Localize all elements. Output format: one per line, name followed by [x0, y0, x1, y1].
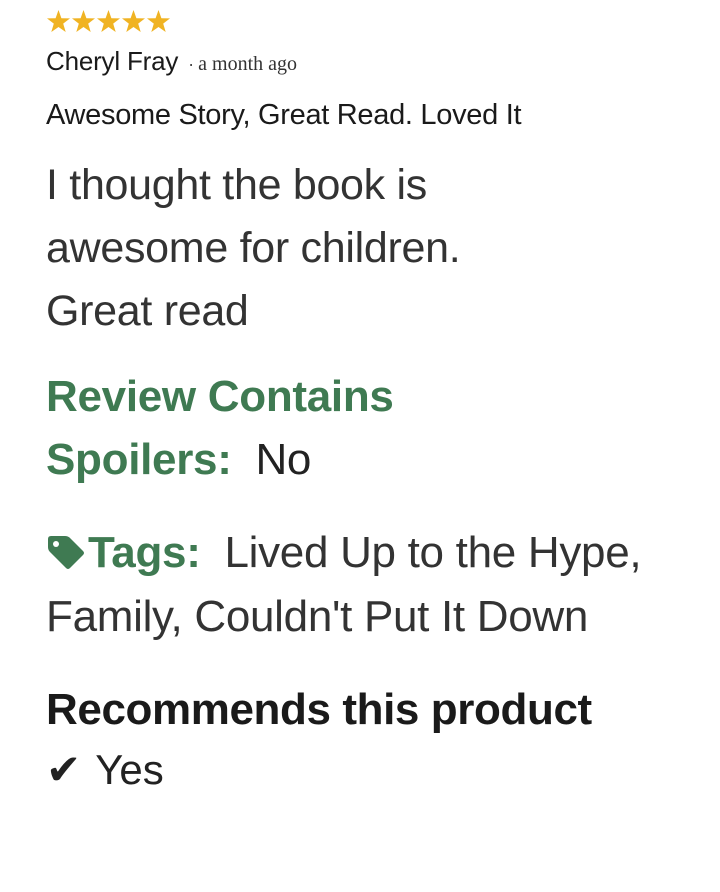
spoilers-label-line-2: Spoilers: [46, 435, 232, 484]
tags-label: Tags: [88, 528, 201, 577]
review-card: Cheryl Fray · a month ago Awesome Story,… [46, 6, 696, 794]
author-name: Cheryl Fray [46, 46, 179, 76]
review-body-line: Great read [46, 287, 249, 335]
author-line: Cheryl Fray · a month ago [46, 46, 696, 77]
recommends-value: Yes [95, 745, 164, 793]
tag-icon [46, 535, 86, 571]
review-body-line: I thought the book is [46, 161, 427, 209]
star-rating [46, 6, 696, 36]
review-headline: Awesome Story, Great Read. Loved It [46, 99, 522, 131]
check-icon: ✔ [46, 746, 82, 793]
tag-item: Couldn't Put It Down [194, 592, 589, 641]
star-icon [121, 9, 146, 34]
tag-separator: , [629, 528, 642, 577]
star-icon [46, 9, 71, 34]
tag-item: Family [46, 592, 171, 641]
star-icon [146, 9, 171, 34]
posted-time: a month ago [198, 53, 298, 75]
review-body-line: awesome for children. [46, 224, 461, 272]
separator-dot: · [188, 54, 195, 74]
tag-item: Lived Up to the Hype [224, 528, 630, 577]
spoilers-label-line-1: Review Contains [46, 372, 394, 421]
tag-separator: , [170, 592, 195, 641]
tags-section: Tags: Lived Up to the Hype, Family, Coul… [46, 521, 646, 649]
spoilers-value: No [255, 435, 312, 484]
star-icon [71, 9, 96, 34]
spoilers-section: Review Contains Spoilers: No [46, 365, 606, 491]
recommends-answer: ✔ Yes [46, 745, 696, 794]
star-icon [96, 9, 121, 34]
recommends-label: Recommends this product [46, 685, 592, 734]
review-body: I thought the book is awesome for childr… [46, 154, 606, 343]
